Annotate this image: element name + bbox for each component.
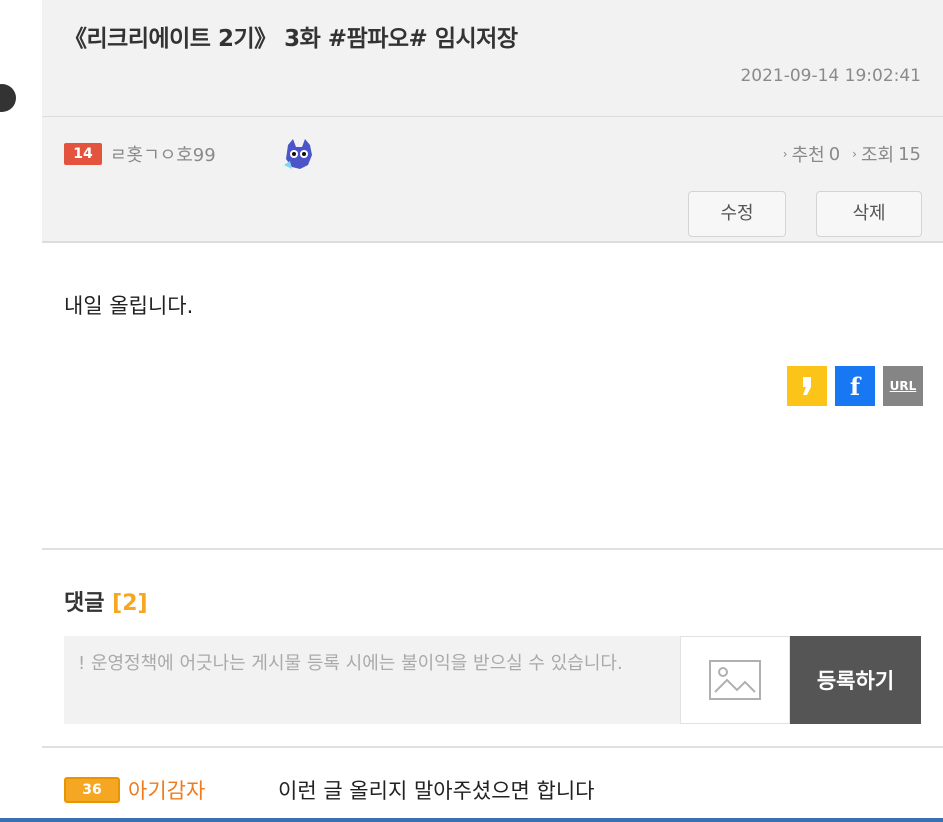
post-body: 내일 올립니다. [64, 294, 194, 318]
views-label: 조회 [860, 145, 895, 166]
facebook-share-button[interactable]: f [835, 366, 875, 406]
share-buttons: f URL [787, 366, 923, 406]
comment-divider [42, 746, 943, 748]
attach-image-button[interactable] [680, 636, 790, 724]
post-title: 《리크리에이트 2기》 3화 #팜파오# 임시저장 [64, 26, 518, 52]
comments-count: [2] [112, 591, 148, 616]
left-gutter [0, 0, 42, 822]
avatar-icon [284, 139, 312, 169]
post-meta: 14 ㄹ홋ㄱㅇ호99 › 추천 0 › 조회 15 수정 삭제 [42, 117, 943, 243]
author-name[interactable]: ㄹ홋ㄱㅇ호99 [110, 141, 216, 167]
edit-button[interactable]: 수정 [688, 191, 786, 237]
bottom-bar [0, 818, 943, 822]
recommend-stat: › 추천 0 [783, 141, 840, 167]
delete-button[interactable]: 삭제 [816, 191, 922, 237]
comments-title: 댓글 [2] [64, 585, 148, 617]
post-stats: › 추천 0 › 조회 15 [783, 141, 921, 167]
post-header: 《리크리에이트 2기》 3화 #팜파오# 임시저장 2021-09-14 19:… [42, 0, 943, 117]
section-divider [42, 548, 943, 550]
image-icon [709, 660, 761, 700]
comment-level-badge: 36 [64, 777, 120, 803]
views-count: 15 [898, 143, 921, 165]
author-level-badge: 14 [64, 143, 102, 165]
url-share-button[interactable]: URL [883, 366, 923, 406]
chevron-right-icon: › [852, 147, 857, 161]
submit-comment-button[interactable]: 등록하기 [790, 636, 921, 724]
chevron-right-icon: › [782, 147, 788, 161]
views-stat: › 조회 15 [852, 141, 921, 167]
comments-label: 댓글 [64, 591, 105, 616]
comment-form: ! 운영정책에 어긋나는 게시물 등록 시에는 불이익을 받으실 수 있습니다.… [64, 636, 921, 724]
post-date: 2021-09-14 19:02:41 [740, 66, 921, 86]
kakao-share-button[interactable] [787, 366, 827, 406]
recommend-count: 0 [828, 143, 841, 165]
comment-text: 이런 글 올리지 말아주셨으면 합니다 [278, 779, 595, 803]
comment-item: 36 아기감자 이런 글 올리지 말아주셨으면 합니다 [64, 770, 595, 810]
recommend-label: 추천 [791, 145, 825, 166]
comment-input[interactable]: ! 운영정책에 어긋나는 게시물 등록 시에는 불이익을 받으실 수 있습니다. [64, 636, 680, 724]
comment-author[interactable]: 아기감자 [128, 775, 278, 805]
kakao-icon [803, 377, 811, 395]
